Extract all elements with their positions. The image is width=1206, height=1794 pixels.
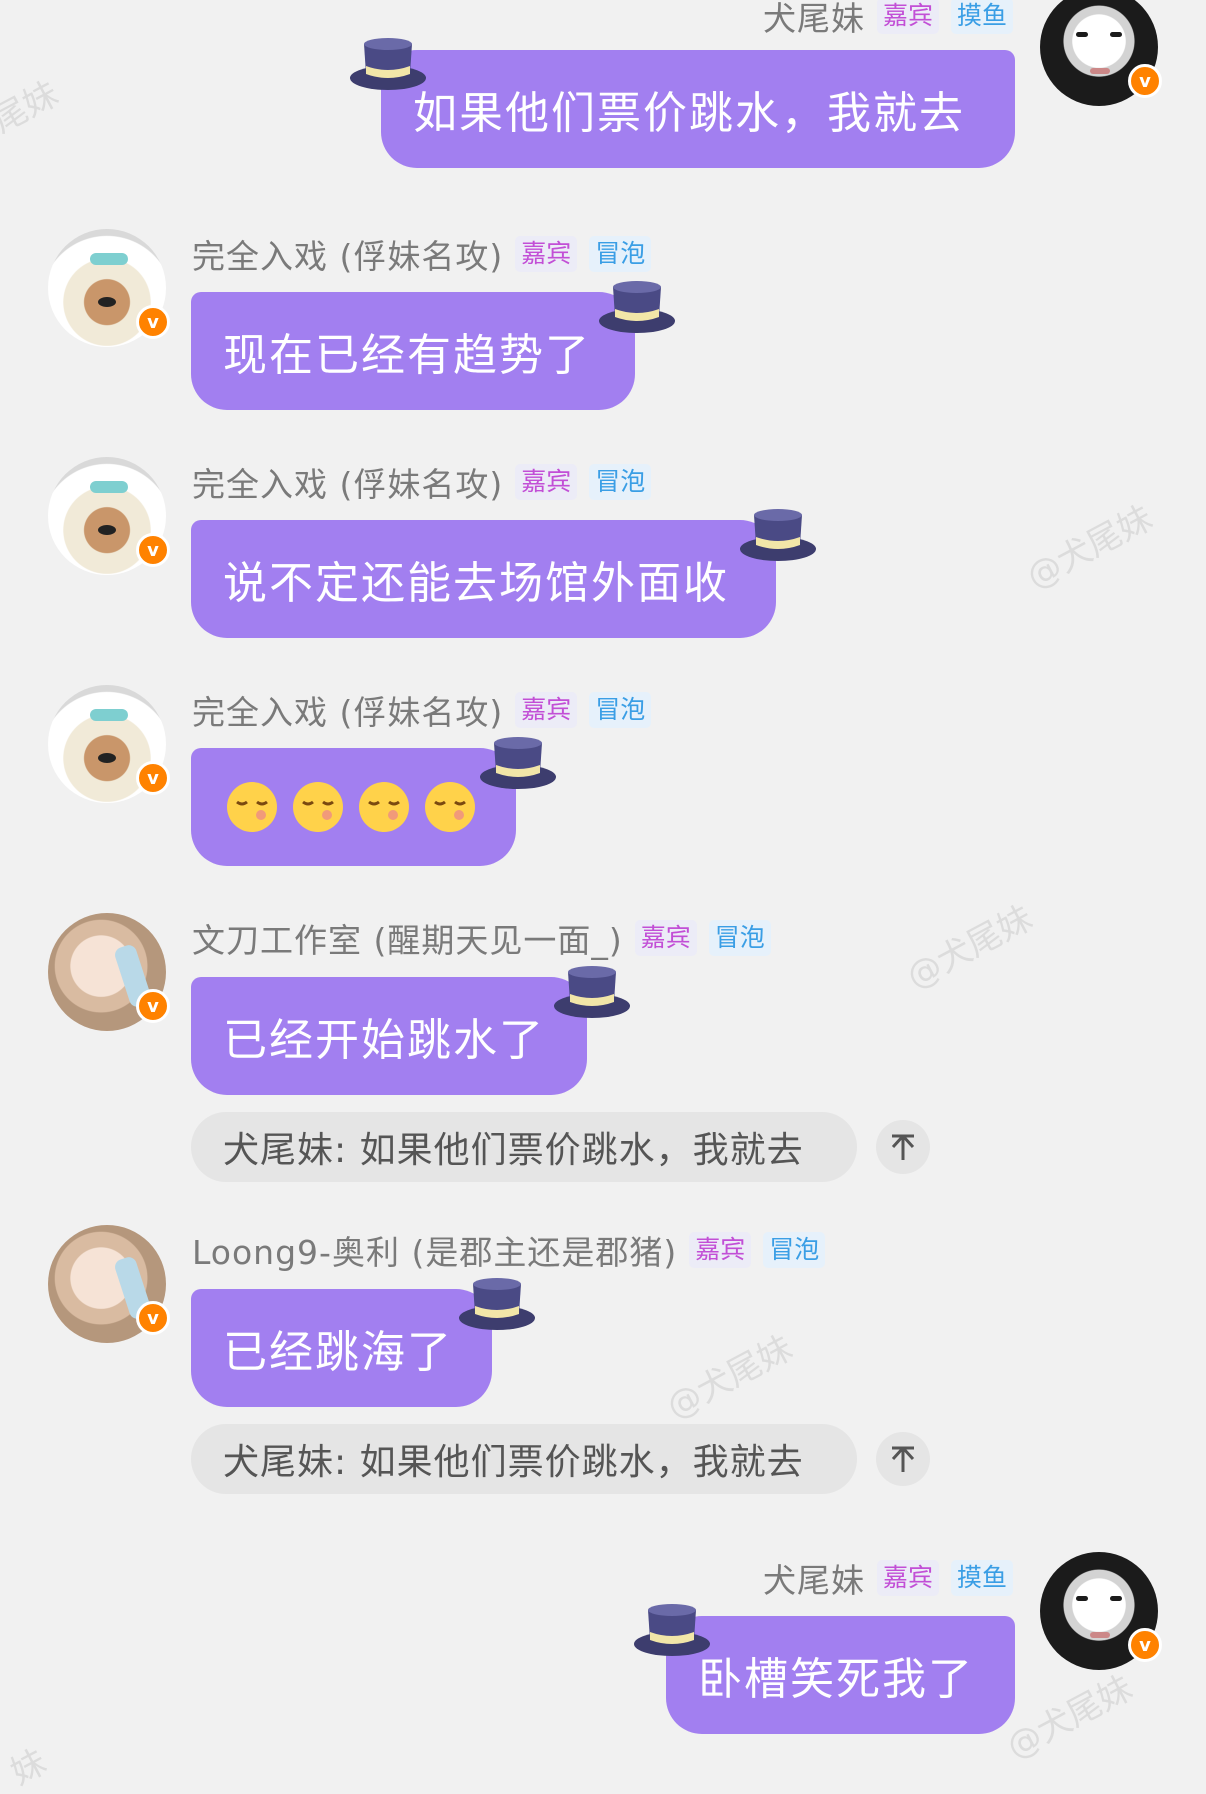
arrow-up-icon: [891, 1134, 915, 1160]
guest-tag: 嘉宾: [515, 236, 578, 272]
quoted-message[interactable]: 犬尾妹: 如果他们票价跳水，我就去: [191, 1424, 857, 1494]
verified-badge: v: [136, 761, 170, 795]
bubble-tag: 冒泡: [589, 692, 652, 728]
message-bubble[interactable]: 已经开始跳水了: [191, 977, 587, 1095]
bubble-tag: 冒泡: [763, 1232, 826, 1268]
verified-badge: v: [136, 305, 170, 339]
sender-name[interactable]: 完全入戏 (俘妹名攻): [192, 230, 503, 278]
sender-line: 犬尾妹 嘉宾 摸鱼: [763, 0, 1013, 38]
avatar[interactable]: v: [1040, 0, 1162, 106]
sender-line: 文刀工作室 (醒期天见一面_) 嘉宾 冒泡: [192, 918, 771, 960]
watermark: @犬尾妹: [1020, 498, 1160, 598]
jump-to-quote-button[interactable]: [876, 1432, 930, 1486]
fish-tag: 摸鱼: [950, 1560, 1013, 1596]
top-hat-icon: [554, 966, 630, 1018]
sender-name[interactable]: Loong9-奥利 (是郡主还是郡猪): [192, 1226, 677, 1274]
top-hat-icon: [480, 737, 556, 789]
guest-tag: 嘉宾: [515, 692, 578, 728]
sleepy-face-emoji-icon: [227, 782, 277, 832]
message-text: 已经跳海了: [223, 1327, 453, 1378]
avatar[interactable]: v: [48, 913, 170, 1031]
sleepy-face-emoji-icon: [359, 782, 409, 832]
sender-line: Loong9-奥利 (是郡主还是郡猪) 嘉宾 冒泡: [192, 1230, 826, 1272]
sender-name[interactable]: 犬尾妹: [763, 1554, 865, 1602]
verified-badge: v: [136, 1301, 170, 1335]
top-hat-icon: [350, 38, 426, 90]
watermark: 尾妹: [0, 73, 66, 142]
quote-text: 犬尾妹: 如果他们票价跳水，我就去: [223, 1130, 804, 1171]
sender-line: 完全入戏 (俘妹名攻) 嘉宾 冒泡: [192, 234, 652, 276]
bubble-tag: 冒泡: [589, 464, 652, 500]
sender-name[interactable]: 完全入戏 (俘妹名攻): [192, 686, 503, 734]
guest-tag: 嘉宾: [876, 0, 939, 34]
watermark: @犬尾妹: [1000, 1668, 1140, 1768]
jump-to-quote-button[interactable]: [876, 1120, 930, 1174]
message-bubble[interactable]: 现在已经有趋势了: [191, 292, 635, 410]
quoted-message[interactable]: 犬尾妹: 如果他们票价跳水，我就去: [191, 1112, 857, 1182]
arrow-up-icon: [891, 1446, 915, 1472]
sender-name[interactable]: 文刀工作室 (醒期天见一面_): [192, 914, 623, 962]
watermark: 妹: [4, 1741, 54, 1794]
verified-badge: v: [136, 533, 170, 567]
verified-badge: v: [1128, 64, 1162, 98]
sender-line: 完全入戏 (俘妹名攻) 嘉宾 冒泡: [192, 690, 652, 732]
verified-badge: v: [1128, 1628, 1162, 1662]
sleepy-face-emoji-icon: [293, 782, 343, 832]
sleepy-face-emoji-icon: [425, 782, 475, 832]
watermark: @犬尾妹: [900, 898, 1040, 998]
top-hat-icon: [634, 1604, 710, 1656]
message-bubble[interactable]: 说不定还能去场馆外面收: [191, 520, 776, 638]
message-text: 说不定还能去场馆外面收: [223, 558, 729, 609]
message-bubble[interactable]: [191, 748, 516, 866]
sender-name[interactable]: 完全入戏 (俘妹名攻): [192, 458, 503, 506]
watermark: @犬尾妹: [660, 1328, 800, 1428]
avatar[interactable]: v: [48, 685, 170, 803]
fish-tag: 摸鱼: [950, 0, 1013, 34]
guest-tag: 嘉宾: [634, 920, 697, 956]
top-hat-icon: [599, 281, 675, 333]
guest-tag: 嘉宾: [689, 1232, 752, 1268]
top-hat-icon: [459, 1278, 535, 1330]
avatar[interactable]: v: [1040, 1552, 1162, 1670]
bubble-tag: 冒泡: [708, 920, 771, 956]
sender-name[interactable]: 犬尾妹: [763, 0, 865, 40]
top-hat-icon: [740, 509, 816, 561]
verified-badge: v: [136, 989, 170, 1023]
message-text: 现在已经有趋势了: [223, 330, 591, 381]
guest-tag: 嘉宾: [876, 1560, 939, 1596]
guest-tag: 嘉宾: [515, 464, 578, 500]
message-bubble[interactable]: 如果他们票价跳水，我就去: [381, 50, 1015, 168]
message-text: 卧槽笑死我了: [698, 1654, 974, 1705]
message-bubble[interactable]: 卧槽笑死我了: [666, 1616, 1015, 1734]
quote-text: 犬尾妹: 如果他们票价跳水，我就去: [223, 1442, 804, 1483]
avatar[interactable]: v: [48, 457, 170, 575]
message-text: 已经开始跳水了: [223, 1015, 545, 1066]
sender-line: 完全入戏 (俘妹名攻) 嘉宾 冒泡: [192, 462, 652, 504]
bubble-tag: 冒泡: [589, 236, 652, 272]
message-bubble[interactable]: 已经跳海了: [191, 1289, 492, 1407]
sender-line: 犬尾妹 嘉宾 摸鱼: [763, 1558, 1013, 1600]
avatar[interactable]: v: [48, 229, 170, 347]
avatar[interactable]: v: [48, 1225, 170, 1343]
message-text: 如果他们票价跳水，我就去: [413, 88, 965, 139]
